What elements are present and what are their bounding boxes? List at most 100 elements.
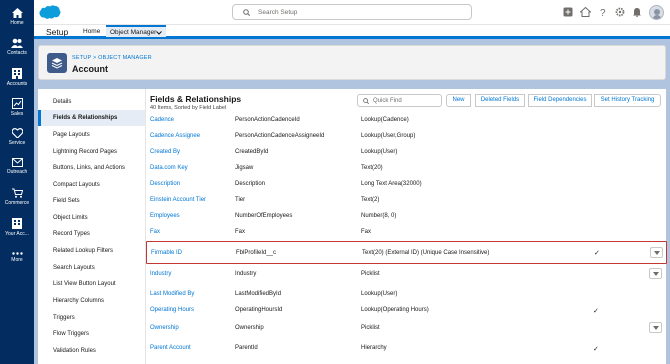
global-header: Search Setup ? bbox=[34, 0, 670, 24]
sidebar-item-lightning-record-pages[interactable]: Lightning Record Pages bbox=[38, 144, 145, 160]
quick-find-input[interactable]: Quick Find bbox=[357, 94, 442, 107]
table-row: Data.com Key Jigsaw Text(20) bbox=[146, 161, 667, 177]
row-actions-menu-button[interactable] bbox=[649, 268, 662, 279]
field-label-link[interactable]: Operating Hours bbox=[150, 307, 194, 313]
rail-item-your-account[interactable]: Your Acc... bbox=[0, 218, 34, 237]
table-row: Industry Industry Picklist bbox=[146, 265, 667, 285]
rail-item-accounts[interactable]: Accounts bbox=[0, 68, 34, 87]
field-label-link[interactable]: Fax bbox=[150, 229, 160, 235]
set-history-tracking-button[interactable]: Set History Tracking bbox=[594, 94, 661, 107]
layers-icon bbox=[51, 58, 63, 69]
notification-bell-icon[interactable] bbox=[632, 7, 642, 17]
field-api-name: NumberOfEmployees bbox=[235, 213, 293, 219]
rail-item-home[interactable]: Home bbox=[0, 8, 34, 26]
field-label-link[interactable]: Cadence Assignee bbox=[150, 133, 200, 139]
rail-item-more[interactable]: More bbox=[0, 252, 34, 263]
field-label-link[interactable]: Parent Account bbox=[150, 345, 191, 351]
field-data-type: Fax bbox=[361, 229, 372, 235]
field-api-name: PersonActionCadenceId bbox=[235, 117, 300, 123]
field-data-type: Lookup(Operating Hours) bbox=[361, 307, 429, 313]
sidebar-item-compact-layouts[interactable]: Compact Layouts bbox=[38, 177, 145, 193]
item-count-subtitle: 40 Items, Sorted by Field Label bbox=[150, 105, 227, 111]
trailhead-icon[interactable] bbox=[580, 7, 591, 17]
rail-label: Contacts bbox=[7, 50, 27, 56]
field-label-link[interactable]: Industry bbox=[150, 271, 171, 277]
rail-label: Your Acc... bbox=[5, 231, 29, 237]
rail-label: More bbox=[11, 257, 23, 263]
setup-search-input[interactable]: Search Setup bbox=[232, 4, 472, 20]
search-icon bbox=[363, 98, 369, 104]
user-avatar[interactable] bbox=[649, 4, 664, 20]
sidebar-item-flow-triggers[interactable]: Flow Triggers bbox=[38, 326, 145, 342]
chevron-down-icon[interactable] bbox=[156, 31, 162, 35]
quick-find-placeholder: Quick Find bbox=[373, 98, 402, 104]
rail-item-sales[interactable]: Sales bbox=[0, 98, 34, 117]
field-data-type: Text(2) bbox=[361, 197, 380, 203]
tab-object-manager-label: Object Manager bbox=[110, 29, 157, 36]
field-api-name: Tier bbox=[235, 197, 246, 203]
add-icon[interactable] bbox=[563, 7, 573, 17]
fields-relationships-panel: Fields & Relationships 40 Items, Sorted … bbox=[145, 89, 667, 364]
table-row: Einstein Account Tier Tier Text(2) bbox=[146, 193, 667, 209]
indexed-check-icon: ✓ bbox=[594, 250, 600, 257]
field-label-link[interactable]: Ownership bbox=[150, 325, 179, 331]
sidebar-item-related-lookup-filters[interactable]: Related Lookup Filters bbox=[38, 243, 145, 259]
rail-label: Accounts bbox=[6, 81, 28, 87]
sidebar-item-buttons-links-actions[interactable]: Buttons, Links, and Actions bbox=[38, 160, 145, 176]
field-label-link[interactable]: Created By bbox=[150, 149, 180, 155]
field-data-type: Text(20) bbox=[361, 165, 383, 171]
object-header: SETUP > OBJECT MANAGER Account bbox=[38, 45, 666, 80]
field-label-link[interactable]: Firmable ID bbox=[151, 250, 182, 256]
new-button[interactable]: New bbox=[446, 94, 471, 107]
object-sidebar: Details Fields & Relationships Page Layo… bbox=[38, 89, 145, 364]
gear-icon[interactable] bbox=[615, 7, 625, 17]
field-dependencies-button[interactable]: Field Dependencies bbox=[528, 94, 592, 107]
sidebar-item-list-view-button-layout[interactable]: List View Button Layout bbox=[38, 276, 145, 292]
breadcrumb[interactable]: SETUP > OBJECT MANAGER bbox=[72, 55, 152, 61]
field-data-type: Lookup(User) bbox=[361, 149, 398, 155]
sidebar-item-search-layouts[interactable]: Search Layouts bbox=[38, 260, 145, 276]
field-label-link[interactable]: Employees bbox=[150, 213, 180, 219]
rail-label: Home bbox=[10, 20, 24, 26]
field-label-link[interactable]: Last Modified By bbox=[150, 291, 194, 297]
sidebar-item-object-limits[interactable]: Object Limits bbox=[38, 210, 145, 226]
tab-home[interactable]: Home bbox=[83, 28, 100, 35]
sidebar-item-hierarchy-columns[interactable]: Hierarchy Columns bbox=[38, 293, 145, 309]
field-label-link[interactable]: Description bbox=[150, 181, 180, 187]
table-row: Cadence Assignee PersonActionCadenceAssi… bbox=[146, 129, 667, 145]
deleted-fields-button[interactable]: Deleted Fields bbox=[475, 94, 525, 107]
sidebar-item-page-layouts[interactable]: Page Layouts bbox=[38, 127, 145, 143]
sidebar-item-record-types[interactable]: Record Types bbox=[38, 226, 145, 242]
field-api-name: Description bbox=[235, 181, 266, 187]
section-title: Fields & Relationships bbox=[150, 94, 242, 104]
search-icon bbox=[243, 9, 250, 16]
help-icon[interactable]: ? bbox=[598, 7, 608, 17]
sidebar-item-validation-rules[interactable]: Validation Rules bbox=[38, 343, 145, 359]
rail-item-commerce[interactable]: Commerce bbox=[0, 188, 34, 206]
sales-icon bbox=[11, 98, 23, 109]
field-api-name: CreatedById bbox=[235, 149, 269, 155]
rail-label: Sales bbox=[10, 111, 24, 117]
header-actions: ? bbox=[563, 4, 664, 20]
salesforce-logo-icon bbox=[39, 5, 61, 19]
field-label-link[interactable]: Einstein Account Tier bbox=[150, 197, 206, 203]
rail-item-outreach[interactable]: Outreach bbox=[0, 158, 34, 175]
field-label-link[interactable]: Cadence bbox=[150, 117, 174, 123]
row-actions-menu-button[interactable] bbox=[650, 247, 663, 258]
sidebar-item-details[interactable]: Details bbox=[38, 94, 145, 110]
rail-item-contacts[interactable]: Contacts bbox=[0, 38, 34, 56]
field-api-name: Ownership bbox=[235, 325, 264, 331]
sidebar-item-fields-relationships[interactable]: Fields & Relationships bbox=[38, 110, 145, 126]
table-row: Ownership Ownership Picklist bbox=[146, 319, 667, 339]
sidebar-item-field-sets[interactable]: Field Sets bbox=[38, 193, 145, 209]
row-actions-menu-button[interactable] bbox=[649, 322, 662, 333]
field-data-type: Hierarchy bbox=[361, 345, 387, 351]
table-row-highlighted: Firmable ID FblProfileId__c Text(20) (Ex… bbox=[146, 241, 667, 264]
rail-item-service[interactable]: Service bbox=[0, 128, 34, 146]
sidebar-item-triggers[interactable]: Triggers bbox=[38, 310, 145, 326]
app-name: Setup bbox=[46, 27, 69, 37]
field-label-link[interactable]: Data.com Key bbox=[150, 165, 188, 171]
service-icon bbox=[11, 128, 23, 138]
svg-text:?: ? bbox=[600, 8, 606, 17]
tab-object-manager[interactable]: Object Manager bbox=[106, 25, 166, 37]
